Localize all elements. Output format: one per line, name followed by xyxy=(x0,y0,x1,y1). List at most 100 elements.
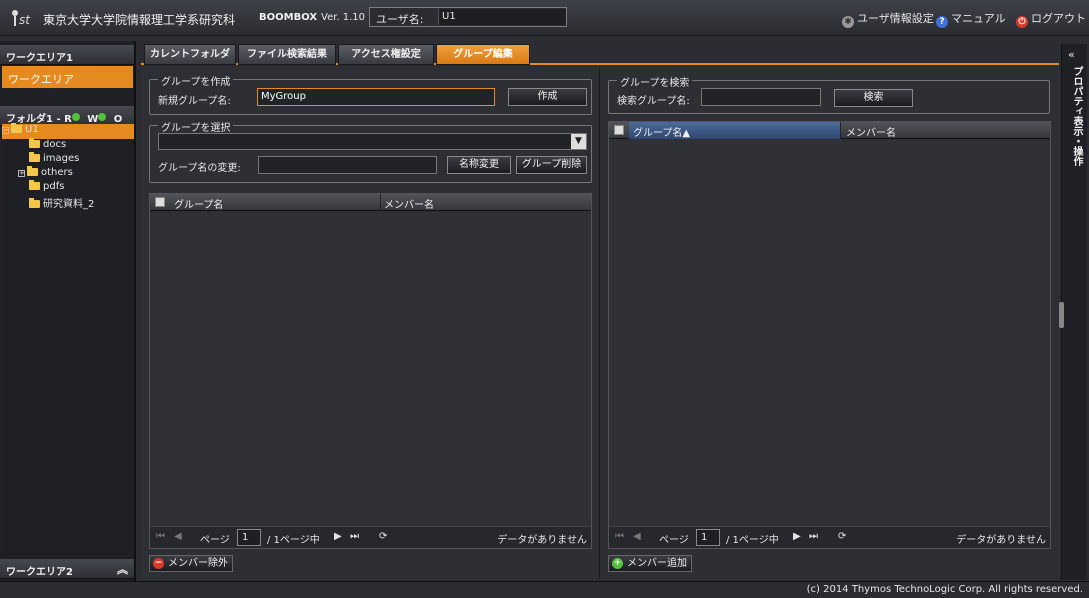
page-total: / 1ページ中 xyxy=(726,535,779,546)
collapse-icon[interactable]: − xyxy=(2,127,9,134)
search-group-input[interactable] xyxy=(701,88,821,106)
rename-button[interactable]: 名称変更 xyxy=(447,156,511,174)
folder-icon xyxy=(29,138,40,148)
tree-label: U1 xyxy=(25,124,39,135)
col-member-name[interactable]: メンバー名 xyxy=(384,196,434,211)
manual-link[interactable]: ? マニュアル xyxy=(936,10,1006,28)
page-input[interactable]: 1 xyxy=(696,529,720,546)
tree-item-others[interactable]: + others xyxy=(18,166,73,181)
create-group-legend: グループを作成 xyxy=(158,73,234,88)
manual-label: マニュアル xyxy=(951,12,1006,25)
prev-page-icon[interactable]: ◀ xyxy=(633,531,641,542)
tab-current-folder[interactable]: カレントフォルダ xyxy=(144,44,236,65)
tab-bar: カレントフォルダ ファイル検索結果 アクセス権設定 グループ編集 xyxy=(141,44,1059,65)
first-page-icon[interactable]: ⏮ xyxy=(156,531,165,542)
tree-label: images xyxy=(43,153,80,164)
last-page-icon[interactable]: ⏭ xyxy=(809,531,818,542)
search-group-label: 検索グループ名: xyxy=(617,96,690,107)
rename-input[interactable] xyxy=(258,156,437,174)
prev-page-icon[interactable]: ◀ xyxy=(174,531,182,542)
folder-open-icon xyxy=(11,123,22,133)
tree-item-research[interactable]: 研究資料_2 xyxy=(29,195,95,210)
page-label: ページ xyxy=(200,535,230,546)
refresh-icon[interactable]: ⟳ xyxy=(379,531,387,542)
workarea2-header[interactable]: ワークエリア2 ︽ xyxy=(0,559,134,579)
new-group-input[interactable]: MyGroup xyxy=(257,88,495,106)
page-input[interactable]: 1 xyxy=(237,529,261,546)
chevron-down-icon[interactable]: ▼ xyxy=(571,134,586,149)
gear-icon: ✱ xyxy=(842,16,854,28)
select-all-checkbox[interactable] xyxy=(155,197,165,207)
svg-text:st: st xyxy=(19,13,31,27)
app-version: Ver. 1.10 xyxy=(321,12,366,23)
property-sidebar-label: プロパティ表示・操作 xyxy=(1071,66,1082,166)
grid-pager: ⏮ ◀ ページ 1 / 1ページ中 ▶ ⏭ ⟳ データがありません xyxy=(609,526,1050,548)
next-page-icon[interactable]: ▶ xyxy=(793,531,801,542)
folder-icon xyxy=(29,180,40,190)
chevron-up-icon[interactable]: ︽ xyxy=(117,561,128,577)
page-total: / 1ページ中 xyxy=(267,535,320,546)
app-header: st 東京大学大学院情報理工学系研究科 BOOMBOX Ver. 1.10 ユー… xyxy=(0,0,1089,36)
refresh-icon[interactable]: ⟳ xyxy=(838,531,846,542)
workarea2-title: ワークエリア2 xyxy=(6,567,73,578)
user-name-field: U1 xyxy=(438,9,566,25)
grid-header: グループ名▲ メンバー名 xyxy=(609,122,1050,139)
tree-item-pdfs[interactable]: pdfs xyxy=(29,180,65,195)
first-page-icon[interactable]: ⏮ xyxy=(615,531,624,542)
plus-icon: + xyxy=(612,558,623,569)
delete-group-button[interactable]: グループ削除 xyxy=(516,156,587,174)
write-check-icon xyxy=(98,113,107,121)
tab-group-edit[interactable]: グループ編集 xyxy=(436,44,530,65)
expand-icon[interactable]: + xyxy=(18,170,25,177)
chevron-left-icon[interactable]: « xyxy=(1068,48,1075,61)
tab-access-rights[interactable]: アクセス権設定 xyxy=(338,44,434,65)
university-name: 東京大学大学院情報理工学系研究科 xyxy=(43,13,236,27)
rename-label: グループ名の変更: xyxy=(158,163,241,174)
user-settings-link[interactable]: ✱ ユーザ情報設定 xyxy=(842,10,934,28)
copyright: (c) 2014 Thymos TechnoLogic Corp. All ri… xyxy=(806,584,1083,595)
group-select[interactable]: ▼ xyxy=(158,133,587,150)
read-check-icon xyxy=(71,113,80,121)
no-data-message: データがありません xyxy=(956,535,1046,546)
user-box: ユーザ名: U1 xyxy=(369,7,567,27)
logout-label: ログアウト xyxy=(1031,12,1086,25)
col-member-name[interactable]: メンバー名 xyxy=(846,124,896,139)
select-group-legend: グループを選択 xyxy=(158,119,234,134)
tree-item-u1[interactable]: − U1 xyxy=(2,123,134,139)
app-name: BOOMBOX xyxy=(259,12,318,23)
remove-member-button[interactable]: − メンバー除外 xyxy=(149,555,233,572)
search-button[interactable]: 検索 xyxy=(834,89,913,107)
create-button[interactable]: 作成 xyxy=(508,88,587,106)
folder-header[interactable]: フォルダ1 - R W O xyxy=(0,106,134,133)
select-all-checkbox[interactable] xyxy=(614,125,624,135)
workarea-item[interactable]: ワークエリア xyxy=(2,66,133,88)
page-label: ページ xyxy=(659,535,689,546)
tree-item-docs[interactable]: docs xyxy=(29,138,66,153)
logout-link[interactable]: ⏻ ログアウト xyxy=(1016,10,1086,28)
power-icon: ⏻ xyxy=(1016,16,1028,28)
folder-icon xyxy=(29,152,40,162)
col-group-name[interactable]: グループ名 xyxy=(174,196,223,211)
property-sidebar[interactable]: « プロパティ表示・操作 xyxy=(1059,44,1087,580)
folder-icon xyxy=(27,166,38,176)
next-page-icon[interactable]: ▶ xyxy=(334,531,342,542)
left-pane: ワークエリア1 ワークエリア フォルダ1 - R W O − U1 docs im… xyxy=(0,41,136,581)
folder-icon xyxy=(29,198,40,208)
no-data-message: データがありません xyxy=(497,535,587,546)
help-icon: ? xyxy=(936,16,948,28)
tree-label: 研究資料_2 xyxy=(43,199,95,210)
new-group-label: 新規グループ名: xyxy=(158,96,231,107)
minus-icon: − xyxy=(153,558,164,569)
tree-label: pdfs xyxy=(43,181,65,192)
remove-member-label: メンバー除外 xyxy=(168,558,228,569)
add-member-button[interactable]: + メンバー追加 xyxy=(608,555,692,572)
user-label: ユーザ名: xyxy=(376,13,424,26)
splitter-handle[interactable] xyxy=(1059,302,1064,328)
col-group-name[interactable]: グループ名▲ xyxy=(633,124,690,139)
tab-file-search[interactable]: ファイル検索結果 xyxy=(238,44,336,65)
last-page-icon[interactable]: ⏭ xyxy=(350,531,359,542)
tree-item-images[interactable]: images xyxy=(29,152,80,167)
workarea1-header[interactable]: ワークエリア1 xyxy=(0,45,134,65)
grid-pager: ⏮ ◀ ページ 1 / 1ページ中 ▶ ⏭ ⟳ データがありません xyxy=(150,526,591,548)
ist-logo-icon: st xyxy=(10,8,40,28)
